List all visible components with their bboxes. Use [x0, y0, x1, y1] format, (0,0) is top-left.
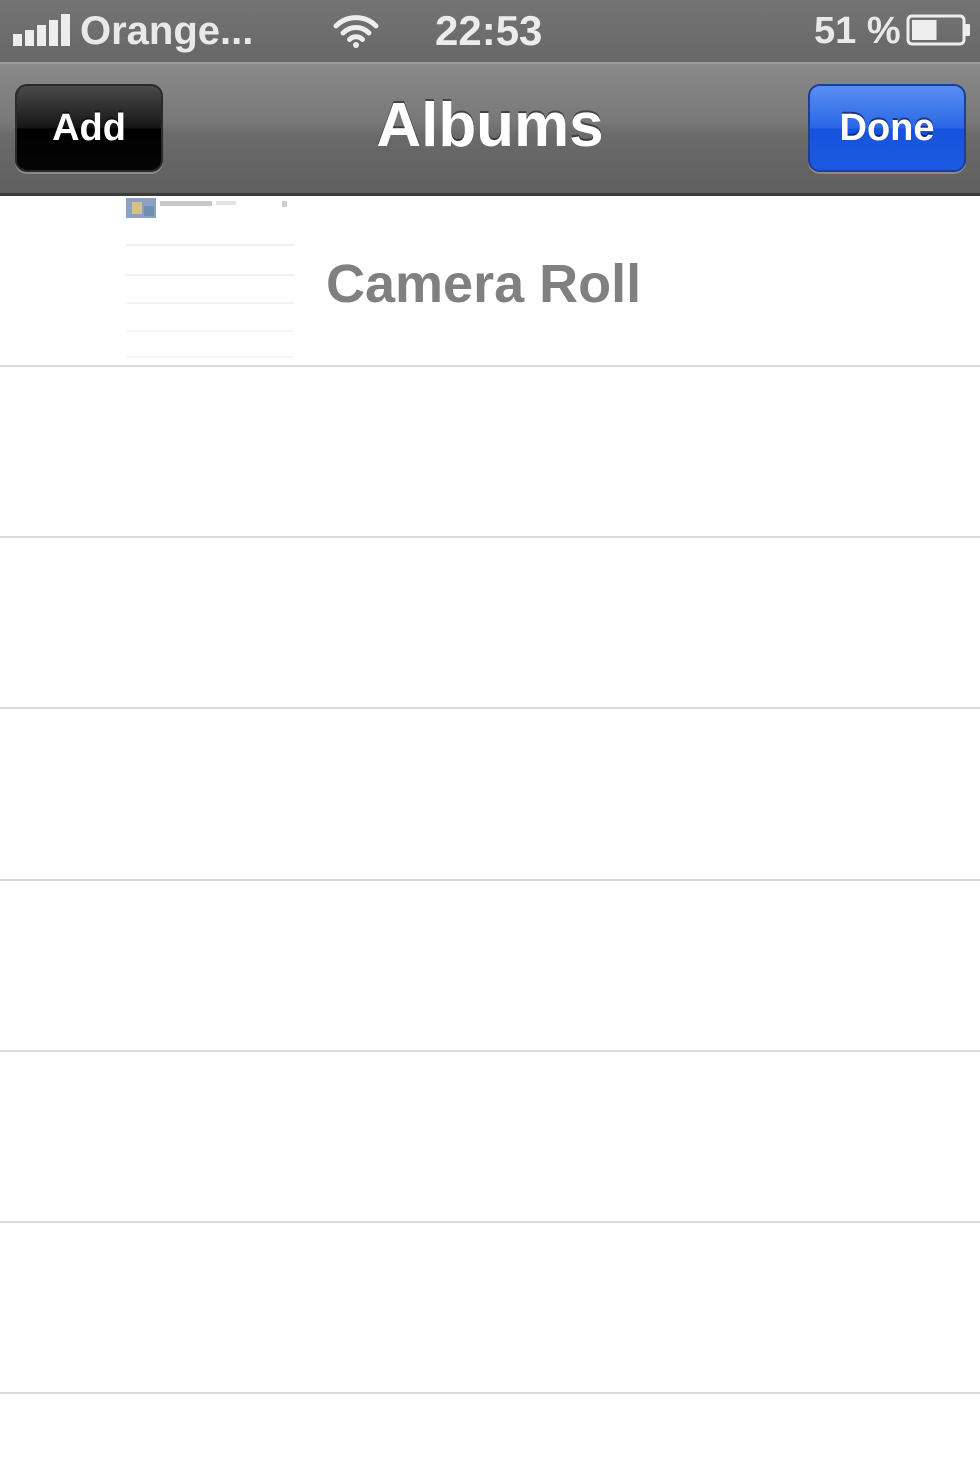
empty-row [0, 1223, 980, 1394]
empty-row [0, 538, 980, 709]
album-row-camera-roll[interactable]: Camera Roll [0, 196, 980, 367]
status-bar: Orange... 22:53 51 % [0, 0, 980, 62]
battery-percent: 51 % [814, 10, 901, 52]
empty-row [0, 881, 980, 1052]
battery-level-fill [912, 20, 937, 40]
empty-row [0, 367, 980, 538]
album-thumbnail [124, 196, 296, 364]
album-list: Camera Roll [0, 196, 980, 1470]
done-button[interactable]: Done [808, 84, 966, 172]
add-button[interactable]: Add [15, 84, 163, 172]
carrier-name: Orange... [80, 9, 254, 53]
empty-row [0, 710, 980, 881]
navigation-bar: Add Albums Done [0, 62, 980, 196]
battery-icon [906, 14, 970, 46]
empty-row [0, 1052, 980, 1223]
thumbnail-image [124, 196, 296, 364]
wifi-icon [333, 15, 379, 48]
signal-icon [13, 14, 70, 46]
status-time: 22:53 [435, 7, 543, 54]
page-title: Albums [376, 91, 604, 160]
album-name: Camera Roll [326, 254, 642, 314]
